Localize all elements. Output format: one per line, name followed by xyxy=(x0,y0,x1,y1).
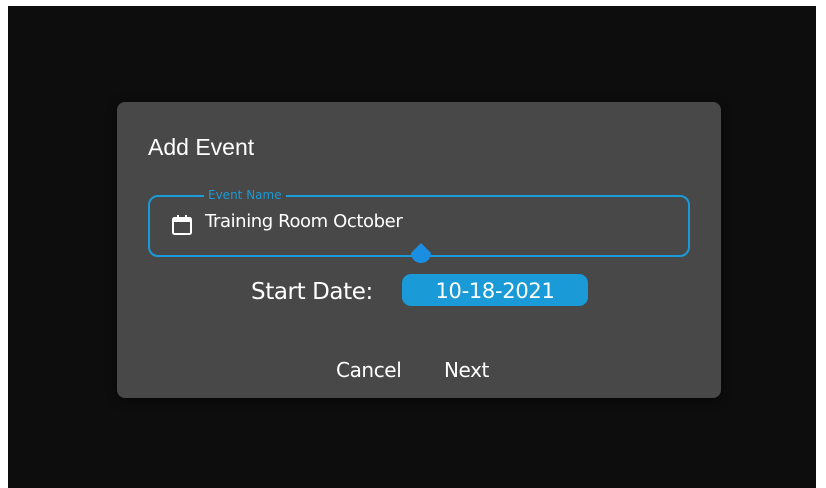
event-name-label: Event Name xyxy=(204,186,286,204)
dialog-title: Add Event xyxy=(148,134,255,160)
modal-backdrop: Add Event Event Name Training Room Octob… xyxy=(8,6,816,488)
add-event-dialog: Add Event Event Name Training Room Octob… xyxy=(117,102,721,398)
start-date-label: Start Date: xyxy=(251,279,373,305)
event-name-field[interactable]: Event Name Training Room October xyxy=(148,186,690,263)
text-cursor-handle[interactable] xyxy=(408,242,434,268)
start-date-button[interactable]: 10-18-2021 xyxy=(402,274,588,306)
cancel-button[interactable]: Cancel xyxy=(336,358,402,382)
event-name-input[interactable]: Training Room October xyxy=(205,211,403,232)
next-button[interactable]: Next xyxy=(444,358,489,382)
calendar-icon xyxy=(171,214,193,236)
